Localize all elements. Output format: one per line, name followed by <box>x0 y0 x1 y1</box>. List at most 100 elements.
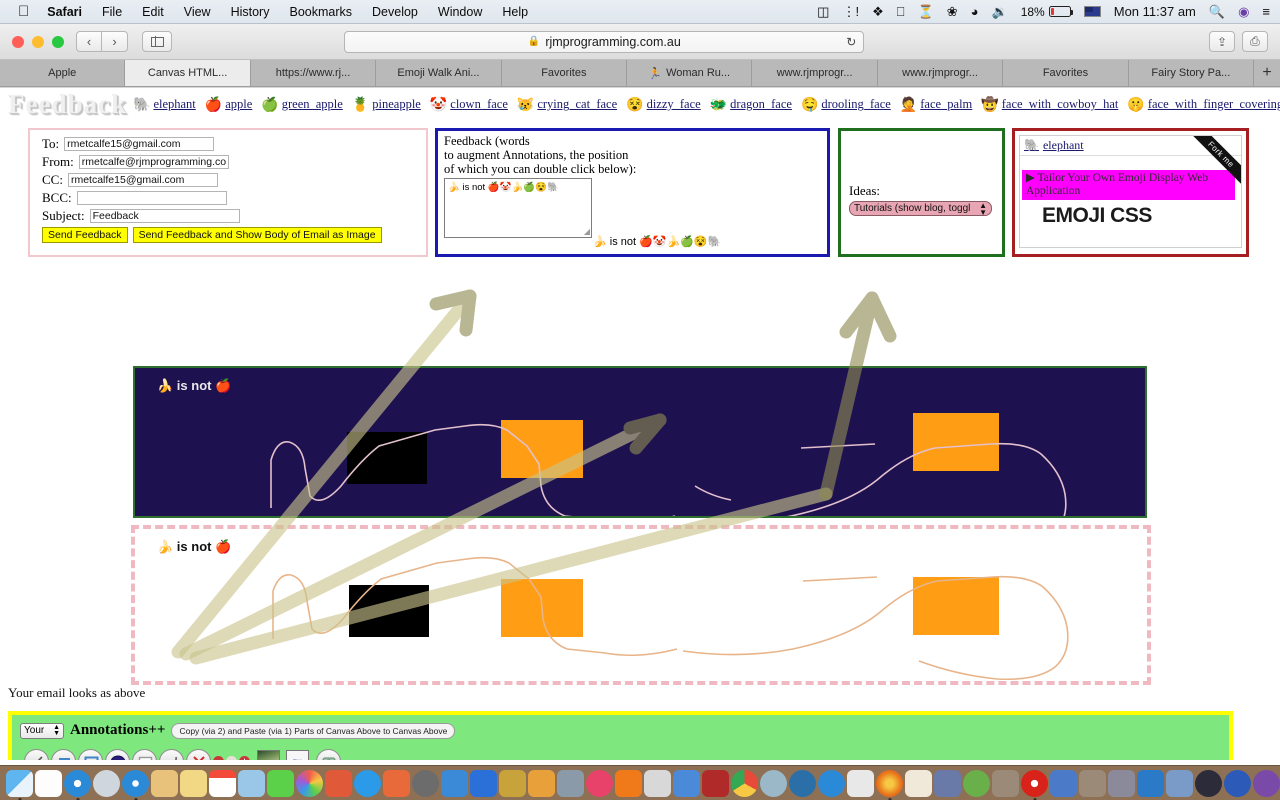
menu-item-develop[interactable]: Develop <box>372 5 418 19</box>
menu-item-file[interactable]: File <box>102 5 122 19</box>
siri-icon[interactable]: ◉ <box>1238 5 1249 18</box>
emoji-link-crying-cat-face[interactable]: crying_cat_face <box>537 97 617 112</box>
new-tab-button[interactable]: + <box>1254 60 1280 86</box>
from-field[interactable] <box>78 155 229 169</box>
emoji-link-clown-face[interactable]: clown_face <box>450 97 508 112</box>
time-machine-icon[interactable]: ⏳ <box>918 5 934 18</box>
tab-fairy-story-pa[interactable]: Fairy Story Pa... <box>1128 60 1255 86</box>
subject-field[interactable] <box>89 209 240 223</box>
annotation-canvas-light[interactable]: 🍌 is not 🍎 <box>131 525 1151 685</box>
menu-item-window[interactable]: Window <box>438 5 482 19</box>
line-tool-icon[interactable] <box>24 749 49 760</box>
battery-status[interactable]: 18% <box>1021 5 1074 19</box>
tab-favorites-1[interactable]: Favorites <box>501 60 628 86</box>
menu-item-history[interactable]: History <box>231 5 270 19</box>
resize-handle-icon[interactable]: ◢ <box>584 227 590 236</box>
folder-doc-icon[interactable] <box>905 769 932 797</box>
tab-https-www-rj[interactable]: https://www.rj... <box>250 60 377 86</box>
close-window-button[interactable] <box>12 35 24 48</box>
readme-icon[interactable] <box>847 769 874 797</box>
books-icon[interactable] <box>383 769 410 797</box>
androidstudio-icon[interactable] <box>963 769 990 797</box>
notes-icon[interactable] <box>180 769 207 797</box>
increase-size-button[interactable]: + <box>239 756 250 760</box>
image-thumbnail-icon[interactable] <box>257 750 280 760</box>
atom-icon[interactable] <box>1195 769 1222 797</box>
ideas-select[interactable]: Tutorials (show blog, toggl ▲ ▼ <box>849 201 992 216</box>
github-icon[interactable] <box>1253 769 1280 797</box>
annotation-canvas-dark[interactable]: 🍌 is not 🍎 <box>133 366 1147 518</box>
qr-icon[interactable] <box>325 769 352 797</box>
postgres-icon[interactable] <box>1224 769 1251 797</box>
emoji-link-face-with-cowboy-hat[interactable]: face_with_cowboy_hat <box>1002 97 1119 112</box>
bcc-field[interactable] <box>76 191 227 205</box>
forward-chevron-icon[interactable]: › <box>102 31 128 52</box>
embedded-banner[interactable]: ▶ Tailor Your Own Emoji Display Web Appl… <box>1022 170 1235 200</box>
automator-icon[interactable] <box>499 769 526 797</box>
preview-icon[interactable] <box>238 769 265 797</box>
vscode-icon[interactable] <box>1137 769 1164 797</box>
menu-item-edit[interactable]: Edit <box>142 5 164 19</box>
volume-icon[interactable]: 🔉 <box>992 5 1008 18</box>
menu-bar-clock[interactable]: Mon 11:37 am <box>1114 5 1196 18</box>
cc-field[interactable] <box>67 173 218 187</box>
decrease-size-button[interactable]: − <box>213 756 224 760</box>
tab-woman-ru[interactable]: 🏃 Woman Ru... <box>627 60 753 86</box>
notification-center-icon[interactable]: ≡ <box>1262 5 1270 18</box>
mail-icon[interactable] <box>441 769 468 797</box>
outline-rect-tool-icon[interactable] <box>78 749 103 760</box>
address-bar[interactable]: 🔒 rjmprogramming.com.au ↻ <box>344 30 865 53</box>
opera-icon[interactable] <box>1021 769 1048 800</box>
bluetooth-icon[interactable]: ❀ <box>947 5 958 18</box>
contacts-icon[interactable] <box>151 769 178 797</box>
vlc-icon[interactable] <box>615 769 642 797</box>
trash-blue-icon[interactable] <box>470 769 497 797</box>
calendar-icon[interactable] <box>209 769 236 797</box>
apple-menu-icon[interactable]:  <box>18 4 29 19</box>
snapshot-icon[interactable] <box>316 749 341 760</box>
sidebar-icon[interactable] <box>142 31 172 52</box>
maximize-window-button[interactable] <box>52 35 64 48</box>
chrome-icon[interactable] <box>731 769 758 797</box>
wifi-icon[interactable]: ◕ <box>971 5 979 18</box>
menu-item-help[interactable]: Help <box>502 5 528 19</box>
php-icon[interactable] <box>934 769 961 797</box>
dots-icon[interactable]: ⋮! <box>842 5 859 18</box>
outline-rect-white-tool-icon[interactable] <box>132 749 157 760</box>
launchpad-icon[interactable] <box>93 769 120 797</box>
scriptmenu-icon[interactable] <box>528 769 555 797</box>
textedit-doc-icon[interactable] <box>35 769 62 797</box>
new-tab-icon[interactable]: ⎙ <box>1241 31 1268 52</box>
photos-icon[interactable] <box>296 769 323 797</box>
emoji-link-elephant[interactable]: elephant <box>153 97 195 112</box>
safari-icon[interactable] <box>64 769 91 800</box>
maps-icon[interactable] <box>644 769 671 797</box>
menu-item-view[interactable]: View <box>184 5 211 19</box>
airplay-audio-icon[interactable]: ◫ <box>817 5 829 18</box>
tab-apple[interactable]: Apple <box>0 60 126 86</box>
feedback-textarea[interactable]: 🍌 is not 🍎🤡🍌🍏😵🐘 ◢ <box>444 178 592 238</box>
quicktime-icon[interactable] <box>818 769 845 797</box>
annotation-scope-select[interactable]: Your ▲ ▼ <box>20 722 64 739</box>
share-icon[interactable]: ⇪ <box>1208 31 1235 52</box>
bluetooth-file-icon[interactable]: ❖ <box>872 5 884 18</box>
size-dots-indicator[interactable]: •• <box>226 756 237 760</box>
qt-icon[interactable] <box>789 769 816 797</box>
tab-favorites-2[interactable]: Favorites <box>1003 60 1129 86</box>
emoji-link-apple[interactable]: apple <box>225 97 252 112</box>
emoji-link-green-apple[interactable]: green_apple <box>282 97 343 112</box>
compass-icon[interactable] <box>122 769 149 800</box>
send-feedback-image-button[interactable]: Send Feedback and Show Body of Email as … <box>132 227 382 243</box>
systemprefs-icon[interactable] <box>412 769 439 797</box>
clear-all-tool-icon[interactable] <box>186 749 211 760</box>
emoji-link-drooling-face[interactable]: drooling_face <box>821 97 890 112</box>
emoji-link-pineapple[interactable]: pineapple <box>372 97 421 112</box>
elephant-sql-icon[interactable] <box>1108 769 1135 797</box>
emoji-link-face-palm[interactable]: face_palm <box>920 97 972 112</box>
emoji-link-dizzy-face[interactable]: dizzy_face <box>647 97 701 112</box>
finder-icon[interactable] <box>6 769 33 800</box>
screenshot-icon[interactable] <box>557 769 584 797</box>
menu-item-bookmarks[interactable]: Bookmarks <box>289 5 352 19</box>
globe-icon[interactable] <box>760 769 787 797</box>
tab-rjmprogr-1[interactable]: www.rjmprogr... <box>752 60 878 86</box>
